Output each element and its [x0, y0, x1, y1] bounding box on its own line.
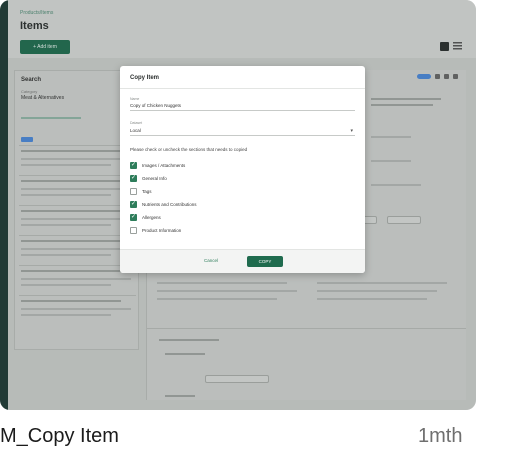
option-tags[interactable]: Tags	[130, 187, 152, 195]
option-label: Nutrients and Contributions	[142, 201, 197, 207]
name-input[interactable]: Copy of Chicken Nuggets	[130, 103, 181, 108]
thumbnail-caption: M_Copy Item	[0, 425, 119, 447]
checkbox-unchecked-icon[interactable]	[130, 187, 137, 195]
name-label: Name	[130, 97, 140, 101]
screenshot-thumbnail[interactable]: Products/Items Items + Add item Search C…	[0, 0, 476, 410]
chevron-down-icon[interactable]: ▾	[350, 128, 353, 134]
copy-item-dialog: Copy Item Name Copy of Chicken Nuggets D…	[120, 66, 365, 273]
option-nutrients-contributions[interactable]: ✓ Nutrients and Contributions	[130, 200, 197, 208]
option-images-attachments[interactable]: ✓ Images / Attachments	[130, 161, 185, 169]
option-label: Tags	[142, 188, 152, 194]
option-general-info[interactable]: ✓ General Info	[130, 174, 167, 182]
name-input-underline	[130, 110, 355, 111]
dataset-select[interactable]: Local	[130, 128, 141, 133]
option-label: Product Information	[142, 227, 182, 233]
cancel-button[interactable]: Cancel	[204, 258, 218, 263]
dialog-divider	[120, 88, 365, 89]
checkbox-checked-icon[interactable]: ✓	[130, 213, 137, 221]
checkbox-checked-icon[interactable]: ✓	[130, 200, 137, 208]
checkbox-unchecked-icon[interactable]	[130, 226, 137, 234]
checkbox-checked-icon[interactable]: ✓	[130, 174, 137, 182]
app-window: Products/Items Items + Add item Search C…	[0, 0, 476, 410]
option-label: Allergens	[142, 214, 161, 220]
thumbnail-age: 1mth	[418, 425, 463, 447]
option-label: General Info	[142, 175, 167, 181]
option-label: Images / Attachments	[142, 162, 186, 168]
dataset-label: Dataset	[130, 121, 143, 125]
dialog-footer: Cancel COPY	[120, 249, 365, 273]
copy-button[interactable]: COPY	[247, 256, 283, 267]
dialog-title: Copy Item	[130, 75, 160, 81]
option-product-information[interactable]: Product Information	[130, 226, 181, 234]
checkbox-checked-icon[interactable]: ✓	[130, 161, 137, 169]
option-allergens[interactable]: ✓ Allergens	[130, 213, 161, 221]
dataset-select-underline	[130, 135, 355, 136]
copy-instructions: Please check or uncheck the sections tha…	[130, 147, 248, 152]
